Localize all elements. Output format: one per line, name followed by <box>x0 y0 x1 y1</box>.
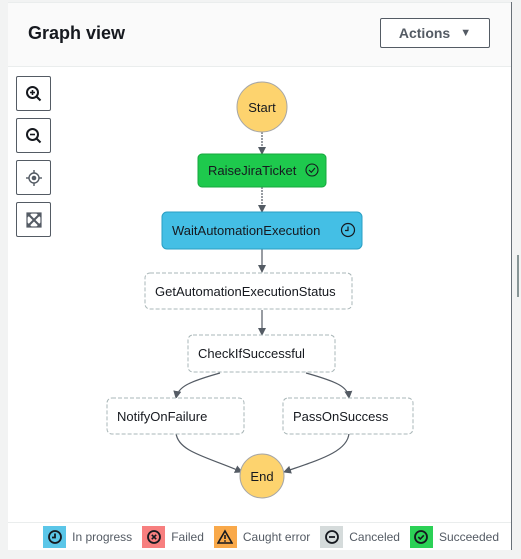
legend-succeeded: Succeeded <box>409 525 499 548</box>
legend-label: Succeeded <box>438 529 499 544</box>
end-node[interactable]: End <box>239 453 285 499</box>
edge-notify-end <box>175 432 243 473</box>
start-label: Start <box>248 100 276 115</box>
legend-caught-error: Caught error <box>213 525 311 548</box>
graph-view-panel: Graph view Actions ▼ Start RaiseJiraTick… <box>8 2 512 550</box>
state-check-if-successful[interactable]: CheckIfSuccessful <box>187 334 336 373</box>
legend-label: Failed <box>171 529 204 544</box>
state-label: CheckIfSuccessful <box>198 346 305 361</box>
state-label: WaitAutomationExecution <box>172 223 320 238</box>
edge-check-notify <box>173 372 221 399</box>
x-circle-icon <box>142 525 166 548</box>
status-legend: In progress Failed Caught error Canceled… <box>8 522 511 550</box>
state-notify-on-failure[interactable]: NotifyOnFailure <box>106 397 245 435</box>
clock-icon <box>43 525 67 548</box>
legend-label: In progress <box>72 529 133 544</box>
state-wait-automation-execution[interactable]: WaitAutomationExecution <box>161 211 363 250</box>
end-label: End <box>250 469 273 484</box>
edge-pass-end <box>283 432 350 474</box>
legend-canceled: Canceled <box>320 525 400 548</box>
state-label: GetAutomationExecutionStatus <box>155 284 336 299</box>
legend-label: Canceled <box>349 529 400 544</box>
state-pass-on-success[interactable]: PassOnSuccess <box>282 397 414 435</box>
legend-in-progress: In progress <box>43 525 133 548</box>
legend-failed: Failed <box>142 525 204 548</box>
legend-label: Caught error <box>242 529 311 544</box>
state-label: PassOnSuccess <box>293 409 389 424</box>
scrollbar-thumb[interactable] <box>517 255 519 297</box>
state-get-automation-execution-status[interactable]: GetAutomationExecutionStatus <box>144 272 353 310</box>
state-machine-graph: Start RaiseJiraTicket WaitAutomationExec… <box>106 81 414 499</box>
state-raise-jira-ticket[interactable]: RaiseJiraTicket <box>197 153 327 188</box>
minus-circle-icon <box>320 525 344 548</box>
edge-check-pass <box>305 372 353 399</box>
warning-icon <box>213 525 237 548</box>
start-node[interactable]: Start <box>236 81 288 133</box>
state-label: NotifyOnFailure <box>117 409 207 424</box>
state-label: RaiseJiraTicket <box>208 163 297 178</box>
check-circle-icon <box>409 525 433 548</box>
